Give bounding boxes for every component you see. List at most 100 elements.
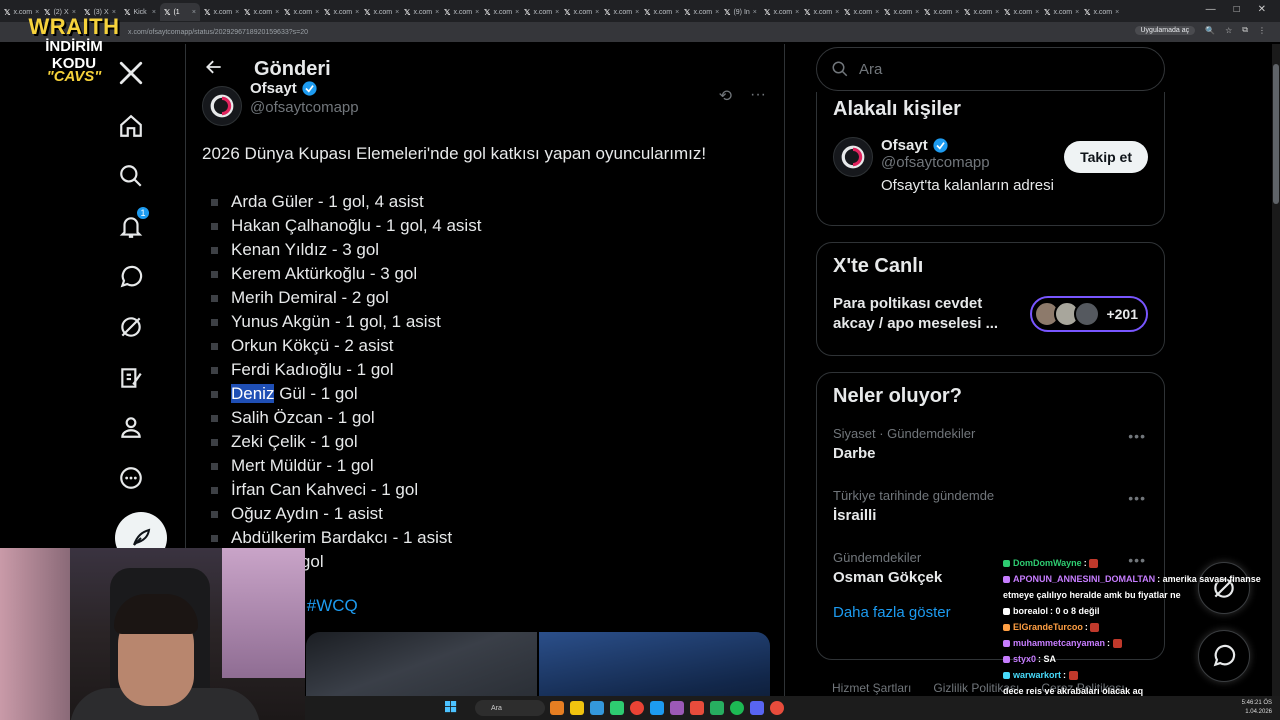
- maximize-icon[interactable]: □: [1234, 4, 1240, 15]
- browser-tab[interactable]: 𝕏x.com ×: [640, 3, 680, 21]
- tab-close-icon[interactable]: ×: [355, 9, 359, 16]
- follow-button[interactable]: Takip et: [1064, 141, 1148, 173]
- taskbar-clock[interactable]: 5:46:21 ÖS 1.04.2026: [1242, 699, 1272, 717]
- relevant-person-handle[interactable]: @ofsaytcomapp: [881, 154, 1054, 171]
- tab-close-icon[interactable]: ×: [675, 9, 679, 16]
- grok-explain-icon[interactable]: ⟲: [719, 86, 732, 106]
- chat-username[interactable]: APONUN_ANNESINI_DOMALTAN: [1013, 574, 1155, 584]
- grok-icon[interactable]: [116, 312, 146, 342]
- browser-tab[interactable]: 𝕏x.com ×: [320, 3, 360, 21]
- spotify-icon[interactable]: [730, 701, 744, 715]
- taskbar-app-icon[interactable]: [690, 701, 704, 715]
- tab-close-icon[interactable]: ×: [595, 9, 599, 16]
- taskbar-app-icon[interactable]: [590, 701, 604, 715]
- live-space-line-1[interactable]: Para poltikası cevdet: [833, 294, 1013, 314]
- tab-close-icon[interactable]: ×: [753, 9, 757, 16]
- zoom-icon[interactable]: 🔍: [1205, 26, 1215, 35]
- relevant-person[interactable]: Ofsayt @ofsaytcomapp Ofsayt'ta kalanları…: [817, 121, 1164, 194]
- taskbar-search[interactable]: Ara: [475, 700, 545, 716]
- browser-tab[interactable]: 𝕏 (1 ×: [160, 3, 200, 21]
- tweet-author[interactable]: Ofsayt @ofsaytcomapp: [202, 80, 359, 126]
- tab-close-icon[interactable]: ×: [275, 9, 279, 16]
- more-icon[interactable]: [116, 463, 146, 493]
- chat-username[interactable]: muhammetcanyaman: [1013, 638, 1105, 648]
- tab-close-icon[interactable]: ×: [1075, 9, 1079, 16]
- browser-tab[interactable]: 𝕏x.com ×: [440, 3, 480, 21]
- tab-close-icon[interactable]: ×: [1115, 9, 1119, 16]
- url-text[interactable]: x.com/ofsaytcomapp/status/20292967189201…: [128, 29, 308, 36]
- tab-close-icon[interactable]: ×: [515, 9, 519, 16]
- tab-close-icon[interactable]: ×: [152, 9, 156, 16]
- tab-close-icon[interactable]: ×: [835, 9, 839, 16]
- live-listeners-pill[interactable]: +201: [1030, 296, 1148, 332]
- tweet-more-icon[interactable]: ···: [750, 86, 766, 106]
- ofsayt-avatar[interactable]: [202, 86, 242, 126]
- taskbar-app-icon[interactable]: [750, 701, 764, 715]
- taskbar-app-icon[interactable]: [550, 701, 564, 715]
- tab-close-icon[interactable]: ×: [955, 9, 959, 16]
- browser-tab[interactable]: 𝕏x.com ×: [280, 3, 320, 21]
- chat-username[interactable]: ElGrandeTurcoo: [1013, 622, 1083, 632]
- extensions-icon[interactable]: ⧉: [1242, 25, 1248, 35]
- browser-tab[interactable]: 𝕏x.com ×: [840, 3, 880, 21]
- browser-tab[interactable]: 𝕏 (9) In ×: [720, 3, 760, 21]
- live-space-row[interactable]: Para poltikası cevdet akcay / apo mesele…: [817, 278, 1164, 334]
- live-space-line-2[interactable]: akcay / apo meselesi ...: [833, 314, 1013, 334]
- back-arrow-icon[interactable]: [204, 57, 224, 82]
- browser-tab[interactable]: 𝕏 Kick ×: [120, 3, 160, 21]
- trend-name[interactable]: İsrailli: [833, 507, 1148, 524]
- browser-tab[interactable]: 𝕏x.com ×: [560, 3, 600, 21]
- trend-item[interactable]: Siyaset · Gündemdekiler Darbe •••: [817, 414, 1164, 476]
- tab-close-icon[interactable]: ×: [635, 9, 639, 16]
- premium-icon[interactable]: [116, 363, 146, 393]
- trend-more-icon[interactable]: •••: [1128, 490, 1146, 506]
- tab-close-icon[interactable]: ×: [315, 9, 319, 16]
- chat-username[interactable]: warwarkort: [1013, 670, 1061, 680]
- home-icon[interactable]: [116, 111, 146, 141]
- browser-tab[interactable]: 𝕏x.com ×: [200, 3, 240, 21]
- author-name[interactable]: Ofsayt: [250, 80, 297, 97]
- tab-close-icon[interactable]: ×: [995, 9, 999, 16]
- browser-tab[interactable]: 𝕏x.com ×: [480, 3, 520, 21]
- browser-tab[interactable]: 𝕏x.com ×: [600, 3, 640, 21]
- scrollbar-thumb[interactable]: [1273, 64, 1279, 204]
- address-bar[interactable]: x.com/ofsaytcomapp/status/20292967189201…: [0, 22, 1280, 42]
- tab-close-icon[interactable]: ×: [395, 9, 399, 16]
- relevant-person-name[interactable]: Ofsayt: [881, 137, 928, 154]
- tab-close-icon[interactable]: ×: [795, 9, 799, 16]
- footer-link[interactable]: Hizmet Şartları: [832, 681, 911, 695]
- trend-item[interactable]: Türkiye tarihinde gündemde İsrailli •••: [817, 476, 1164, 538]
- notifications-icon[interactable]: 1: [116, 206, 150, 242]
- tab-close-icon[interactable]: ×: [475, 9, 479, 16]
- taskbar-app-icon[interactable]: [770, 701, 784, 715]
- profile-icon[interactable]: [116, 412, 146, 442]
- browser-tab[interactable]: 𝕏x.com ×: [960, 3, 1000, 21]
- relevant-person-name-row[interactable]: Ofsayt: [881, 137, 1054, 154]
- tab-close-icon[interactable]: ×: [715, 9, 719, 16]
- chat-username[interactable]: DomDomWayne: [1013, 558, 1082, 568]
- tab-close-icon[interactable]: ×: [235, 9, 239, 16]
- minimize-icon[interactable]: —: [1206, 4, 1216, 15]
- chat-username[interactable]: borealol: [1013, 606, 1048, 616]
- browser-tab[interactable]: 𝕏x.com ×: [800, 3, 840, 21]
- open-in-app-chip[interactable]: Uygulamada aç: [1134, 25, 1196, 35]
- search-icon[interactable]: [116, 161, 146, 191]
- trend-name[interactable]: Darbe: [833, 445, 1148, 462]
- chrome-icon[interactable]: [630, 701, 644, 715]
- browser-tab[interactable]: 𝕏x.com ×: [880, 3, 920, 21]
- browser-tab[interactable]: 𝕏x.com ×: [680, 3, 720, 21]
- tab-close-icon[interactable]: ×: [435, 9, 439, 16]
- browser-tab[interactable]: 𝕏x.com ×: [400, 3, 440, 21]
- trend-more-icon[interactable]: •••: [1128, 428, 1146, 444]
- tab-close-icon[interactable]: ×: [1035, 9, 1039, 16]
- close-window-icon[interactable]: ✕: [1258, 4, 1266, 15]
- browser-tab[interactable]: 𝕏x.com ×: [1000, 3, 1040, 21]
- taskbar-app-icon[interactable]: [670, 701, 684, 715]
- browser-tab[interactable]: 𝕏x.com ×: [1040, 3, 1080, 21]
- taskbar-app-icon[interactable]: [650, 701, 664, 715]
- search-placeholder[interactable]: Ara: [859, 61, 882, 78]
- browser-tab[interactable]: 𝕏x.com ×: [240, 3, 280, 21]
- grok-chat-icon[interactable]: [116, 262, 146, 292]
- relevant-person-avatar[interactable]: [833, 137, 873, 177]
- browser-tab[interactable]: 𝕏x.com ×: [760, 3, 800, 21]
